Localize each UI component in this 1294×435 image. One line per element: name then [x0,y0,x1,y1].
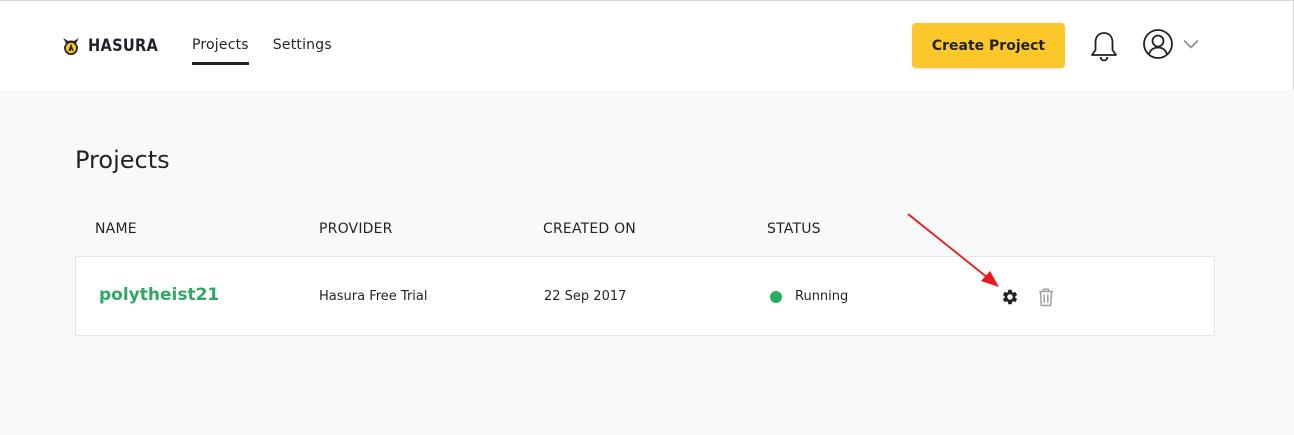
main-nav: Projects Settings [192,37,332,65]
user-avatar-icon [1143,29,1173,59]
bell-icon[interactable] [1087,29,1121,63]
trash-icon[interactable] [1037,287,1055,307]
column-header-name: NAME [95,221,137,237]
hasura-logo[interactable]: HASURA [60,35,169,57]
hasura-logo-icon [63,38,79,55]
nav-settings[interactable]: Settings [273,37,332,65]
project-row: polytheist21 Hasura Free Trial 22 Sep 20… [75,256,1215,336]
page-title: Projects [75,146,170,174]
user-menu[interactable] [1142,28,1199,60]
column-header-status: STATUS [767,221,821,237]
create-project-button[interactable]: Create Project [912,23,1065,68]
nav-projects[interactable]: Projects [192,37,249,65]
project-created-on: 22 Sep 2017 [544,289,627,304]
project-status: Running [795,289,849,304]
project-name-link[interactable]: polytheist21 [99,285,219,305]
column-header-provider: PROVIDER [319,221,393,237]
top-navigation-bar: HASURA Projects Settings Create Project [0,0,1294,90]
project-provider: Hasura Free Trial [319,289,428,304]
chevron-down-icon [1183,39,1199,49]
logo-text: HASURA [88,36,159,56]
column-header-created-on: CREATED ON [543,221,636,237]
status-indicator-dot [770,291,782,303]
annotation-arrow [907,213,999,287]
